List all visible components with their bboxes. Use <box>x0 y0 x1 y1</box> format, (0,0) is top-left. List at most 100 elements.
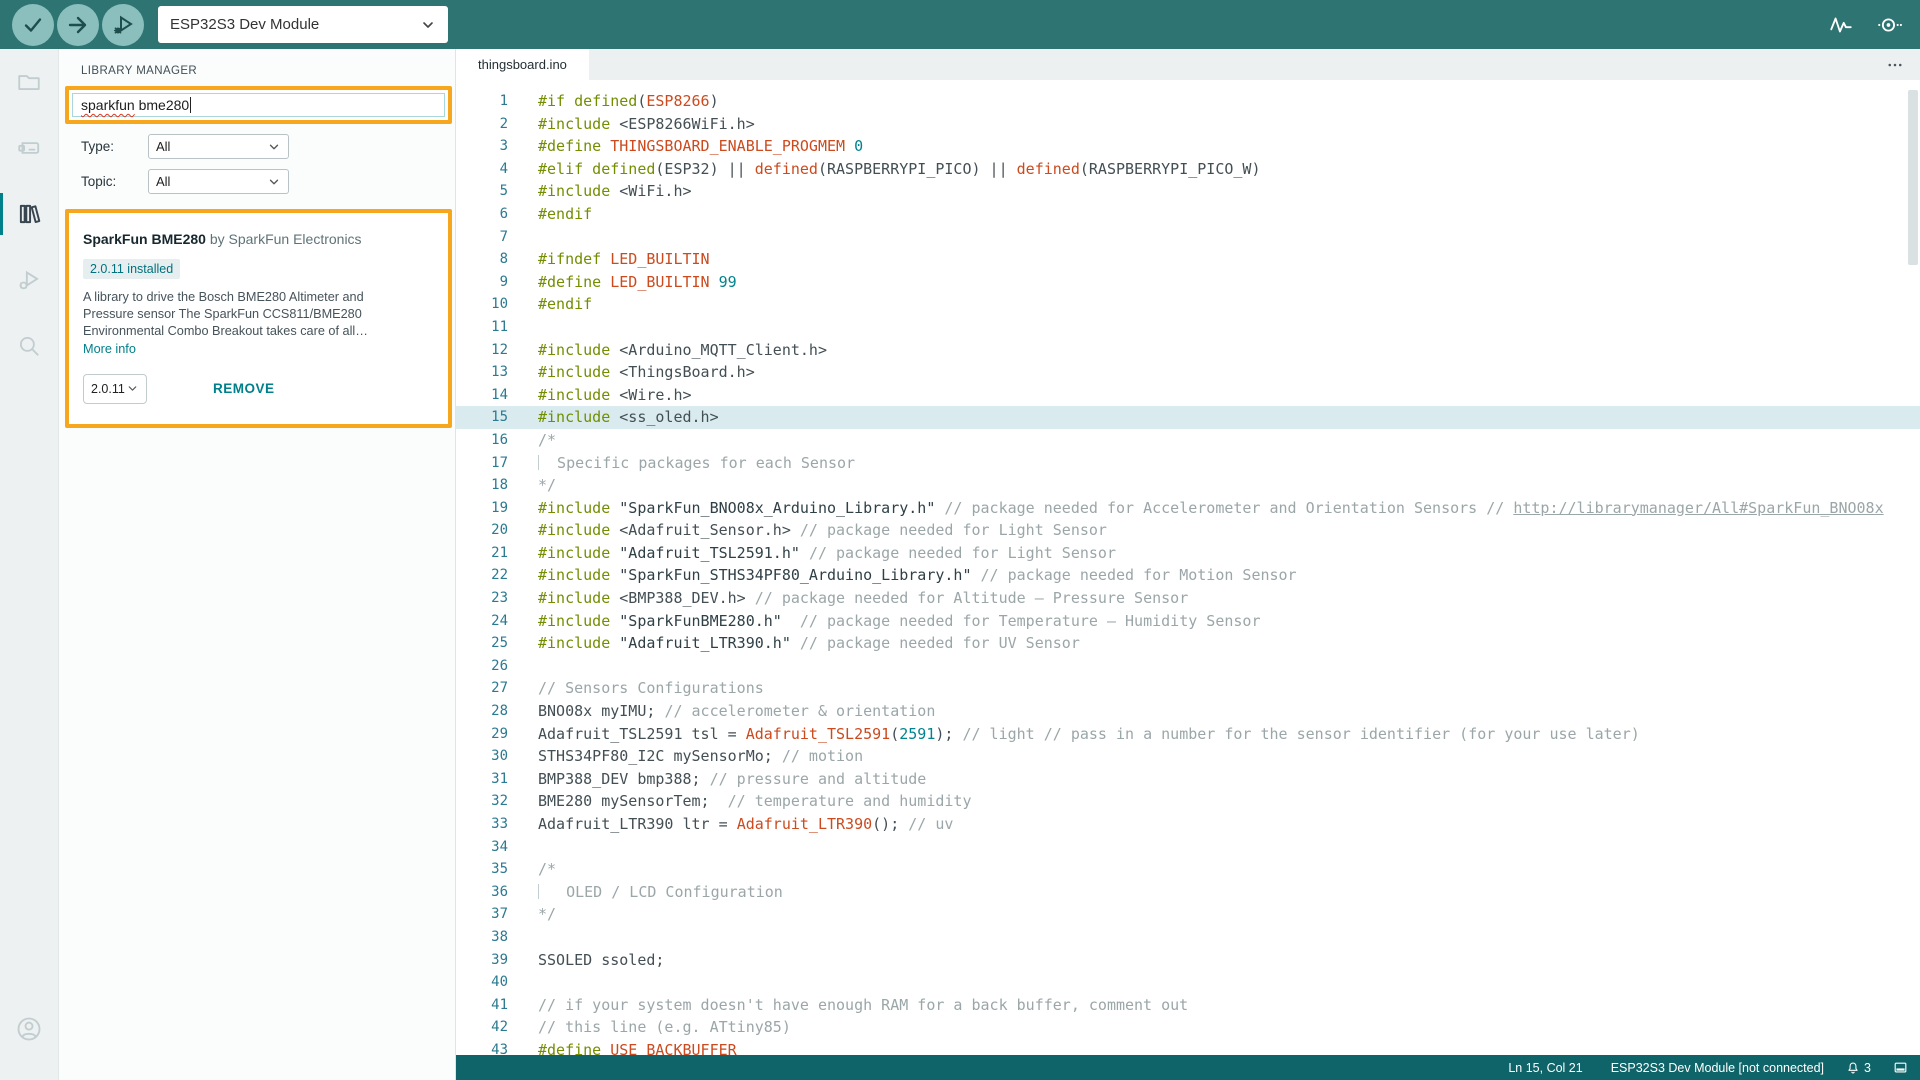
code-line-22[interactable]: 22#include "SparkFun_STHS34PF80_Arduino_… <box>456 564 1920 587</box>
status-bar: Ln 15, Col 21 ESP32S3 Dev Module [not co… <box>456 1055 1920 1080</box>
code-line-28[interactable]: 28BNO08x myIMU; // accelerometer & orien… <box>456 700 1920 723</box>
board-connection-status[interactable]: ESP32S3 Dev Module [not connected] <box>1611 1061 1824 1075</box>
verify-button[interactable] <box>12 4 54 46</box>
code-line-20[interactable]: 20#include <Adafruit_Sensor.h> // packag… <box>456 519 1920 542</box>
line-number: 13 <box>456 361 508 384</box>
library-result-card[interactable]: SparkFun BME280 by SparkFun Electronics … <box>69 213 448 424</box>
code-line-30[interactable]: 30STHS34PF80_I2C mySensorMo; // motion <box>456 745 1920 768</box>
code-line-17[interactable]: 17 Specific packages for each Sensor <box>456 452 1920 475</box>
line-number: 34 <box>456 836 508 859</box>
line-number: 6 <box>456 203 508 226</box>
code-line-33[interactable]: 33Adafruit_LTR390 ltr = Adafruit_LTR390(… <box>456 813 1920 836</box>
code-line-19[interactable]: 19#include "SparkFun_BNO08x_Arduino_Libr… <box>456 497 1920 520</box>
code-line-34[interactable]: 34 <box>456 836 1920 859</box>
line-number: 42 <box>456 1016 508 1039</box>
serial-monitor-icon[interactable] <box>1876 12 1902 38</box>
serial-plotter-icon[interactable] <box>1828 12 1854 38</box>
sidebar-item-boards-manager[interactable] <box>0 115 58 181</box>
line-number: 27 <box>456 677 508 700</box>
code-line-15[interactable]: 15#include <ss_oled.h> <box>456 406 1920 429</box>
line-number: 28 <box>456 700 508 723</box>
code-line-6[interactable]: 6#endif <box>456 203 1920 226</box>
type-filter-row: Type: All <box>81 134 455 159</box>
library-search-input[interactable]: sparkfun bme280 <box>72 93 445 117</box>
folder-icon <box>16 69 42 95</box>
type-filter-label: Type: <box>81 139 148 154</box>
code-line-43[interactable]: 43#define USE_BACKBUFFER <box>456 1039 1920 1055</box>
code-line-39[interactable]: 39SSOLED ssoled; <box>456 949 1920 972</box>
chevron-down-icon <box>267 140 281 154</box>
code-line-16[interactable]: 16/* <box>456 429 1920 452</box>
sidebar-item-sketchbook[interactable] <box>0 49 58 115</box>
code-line-35[interactable]: 35/* <box>456 858 1920 881</box>
code-line-4[interactable]: 4#elif defined(ESP32) || defined(RASPBER… <box>456 158 1920 181</box>
code-line-36[interactable]: 36 OLED / LCD Configuration <box>456 881 1920 904</box>
cursor-position[interactable]: Ln 15, Col 21 <box>1508 1061 1582 1075</box>
line-number: 1 <box>456 90 508 113</box>
code-line-14[interactable]: 14#include <Wire.h> <box>456 384 1920 407</box>
code-line-2[interactable]: 2#include <ESP8266WiFi.h> <box>456 113 1920 136</box>
toggle-panel-icon[interactable] <box>1893 1060 1908 1075</box>
chevron-down-icon <box>420 17 436 33</box>
code-line-41[interactable]: 41// if your system doesn't have enough … <box>456 994 1920 1017</box>
code-editor[interactable]: 1#if defined(ESP8266)2#include <ESP8266W… <box>456 80 1920 1055</box>
code-line-27[interactable]: 27// Sensors Configurations <box>456 677 1920 700</box>
code-line-11[interactable]: 11 <box>456 316 1920 339</box>
code-line-1[interactable]: 1#if defined(ESP8266) <box>456 90 1920 113</box>
code-line-37[interactable]: 37*/ <box>456 903 1920 926</box>
account-icon <box>15 1015 43 1043</box>
upload-button[interactable] <box>57 4 99 46</box>
search-highlight-box: sparkfun bme280 <box>65 86 452 124</box>
line-number: 35 <box>456 858 508 881</box>
code-line-25[interactable]: 25#include "Adafruit_LTR390.h" // packag… <box>456 632 1920 655</box>
line-number: 25 <box>456 632 508 655</box>
code-line-23[interactable]: 23#include <BMP388_DEV.h> // package nee… <box>456 587 1920 610</box>
code-line-13[interactable]: 13#include <ThingsBoard.h> <box>456 361 1920 384</box>
remove-button[interactable]: REMOVE <box>207 380 281 397</box>
code-line-8[interactable]: 8#ifndef LED_BUILTIN <box>456 248 1920 271</box>
check-icon <box>21 13 45 37</box>
library-author: by SparkFun Electronics <box>206 231 362 247</box>
code-line-7[interactable]: 7 <box>456 226 1920 249</box>
code-line-9[interactable]: 9#define LED_BUILTIN 99 <box>456 271 1920 294</box>
line-number: 32 <box>456 790 508 813</box>
code-line-32[interactable]: 32BME280 mySensorTem; // temperature and… <box>456 790 1920 813</box>
more-actions-icon[interactable] <box>1886 56 1904 74</box>
code-line-21[interactable]: 21#include "Adafruit_TSL2591.h" // packa… <box>456 542 1920 565</box>
line-number: 24 <box>456 610 508 633</box>
line-number: 26 <box>456 655 508 678</box>
toolbar-right-group <box>1828 12 1902 38</box>
code-line-31[interactable]: 31BMP388_DEV bmp388; // pressure and alt… <box>456 768 1920 791</box>
line-number: 36 <box>456 881 508 904</box>
debug-button[interactable] <box>102 4 144 46</box>
more-info-link[interactable]: More info <box>83 341 136 358</box>
panel-title: LIBRARY MANAGER <box>81 65 455 77</box>
topic-filter-select[interactable]: All <box>148 169 289 194</box>
library-result-highlight-box: SparkFun BME280 by SparkFun Electronics … <box>65 209 452 428</box>
notifications-indicator[interactable]: 3 <box>1846 1061 1871 1075</box>
sidebar-item-account[interactable] <box>0 996 58 1062</box>
code-line-10[interactable]: 10#endif <box>456 293 1920 316</box>
code-line-12[interactable]: 12#include <Arduino_MQTT_Client.h> <box>456 339 1920 362</box>
sidebar-item-search[interactable] <box>0 313 58 379</box>
board-selector-dropdown[interactable]: ESP32S3 Dev Module <box>158 6 448 43</box>
code-line-26[interactable]: 26 <box>456 655 1920 678</box>
code-line-40[interactable]: 40 <box>456 971 1920 994</box>
editor-scrollbar[interactable] <box>1908 90 1918 265</box>
code-line-24[interactable]: 24#include "SparkFunBME280.h" // package… <box>456 610 1920 633</box>
code-line-3[interactable]: 3#define THINGSBOARD_ENABLE_PROGMEM 0 <box>456 135 1920 158</box>
code-line-29[interactable]: 29Adafruit_TSL2591 tsl = Adafruit_TSL259… <box>456 723 1920 746</box>
code-line-5[interactable]: 5#include <WiFi.h> <box>456 180 1920 203</box>
version-select[interactable]: 2.0.11 <box>83 374 147 404</box>
text-cursor <box>190 97 191 113</box>
library-title: SparkFun BME280 by SparkFun Electronics <box>83 230 363 249</box>
debug-icon <box>16 267 42 293</box>
code-line-18[interactable]: 18*/ <box>456 474 1920 497</box>
tab-thingsboard-ino[interactable]: thingsboard.ino <box>456 49 589 80</box>
type-filter-select[interactable]: All <box>148 134 289 159</box>
code-line-42[interactable]: 42// this line (e.g. ATtiny85) <box>456 1016 1920 1039</box>
code-line-38[interactable]: 38 <box>456 926 1920 949</box>
sidebar-item-library-manager[interactable] <box>0 181 58 247</box>
library-description: A library to drive the Bosch BME280 Alti… <box>83 289 387 340</box>
sidebar-item-debug[interactable] <box>0 247 58 313</box>
